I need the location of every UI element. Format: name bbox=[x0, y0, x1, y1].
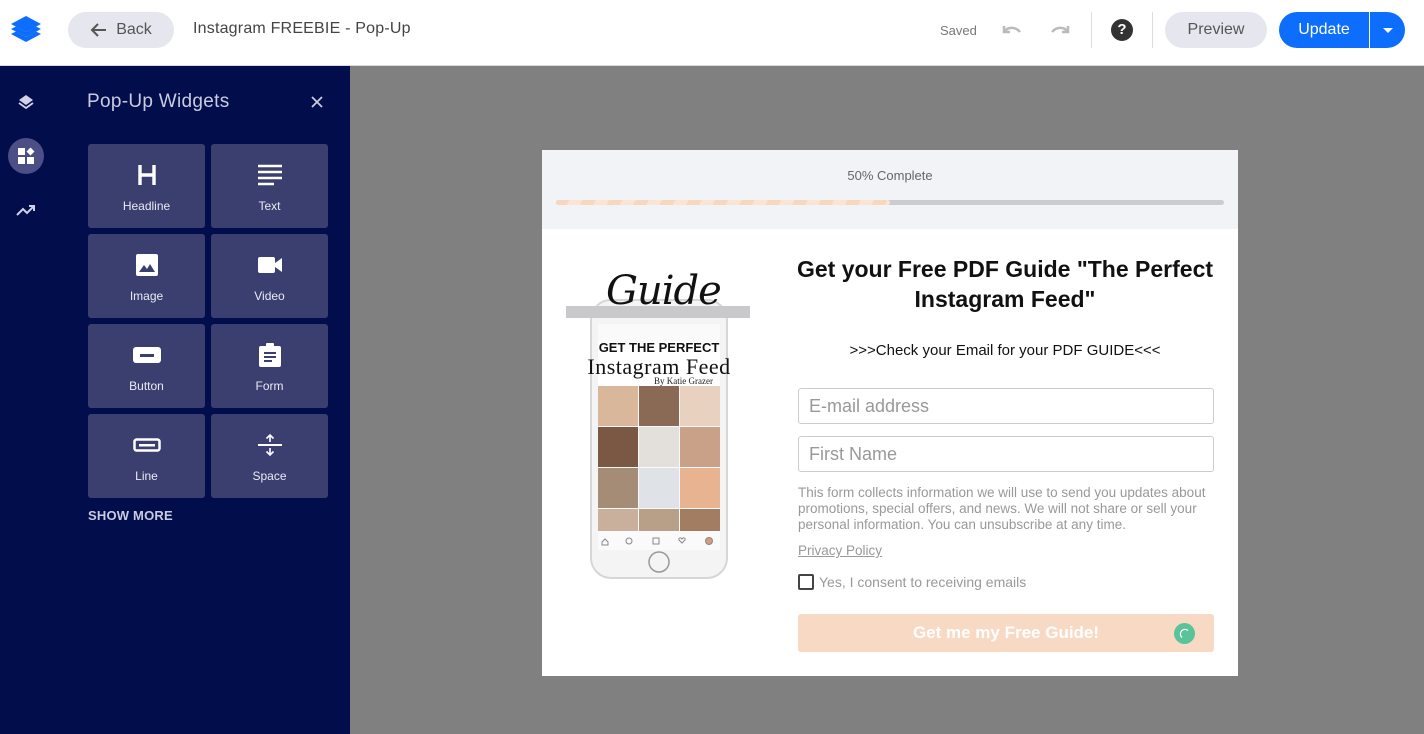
widget-label: Video bbox=[254, 289, 285, 303]
hero-kicker: GET THE PERFECT bbox=[598, 340, 720, 355]
close-icon bbox=[311, 96, 323, 108]
widget-video[interactable]: Video bbox=[211, 234, 328, 318]
progress-bar-fill bbox=[556, 200, 890, 205]
popup-subheadline: >>>Check your Email for your PDF GUIDE<<… bbox=[849, 342, 1161, 359]
layers-icon bbox=[18, 95, 34, 110]
show-more-button[interactable]: SHOW MORE bbox=[88, 508, 173, 523]
redo-button[interactable] bbox=[1048, 20, 1072, 40]
submit-button[interactable]: Get me my Free Guide! bbox=[798, 614, 1214, 652]
preview-button[interactable]: Preview bbox=[1165, 12, 1267, 48]
checkbox-box[interactable] bbox=[798, 574, 814, 590]
trending-up-icon bbox=[16, 205, 35, 216]
email-field[interactable] bbox=[798, 388, 1214, 424]
first-name-field[interactable] bbox=[798, 436, 1214, 472]
app-logo-icon[interactable] bbox=[8, 14, 44, 46]
save-status: Saved bbox=[940, 23, 977, 38]
rail-widgets-button[interactable] bbox=[8, 138, 44, 174]
update-button[interactable]: Update bbox=[1279, 12, 1369, 48]
widget-form[interactable]: Form bbox=[211, 324, 328, 408]
widget-image[interactable]: Image bbox=[88, 234, 205, 318]
left-rail bbox=[0, 66, 52, 734]
progress-bar bbox=[556, 200, 1224, 205]
loading-spinner-icon bbox=[1174, 623, 1195, 644]
button-icon bbox=[88, 342, 205, 368]
divider bbox=[1091, 12, 1092, 48]
panel-title: Pop-Up Widgets bbox=[87, 91, 230, 112]
widgets-panel: Pop-Up Widgets Headline Text Image Video… bbox=[52, 66, 350, 734]
form-disclaimer: This form collects information we will u… bbox=[798, 485, 1206, 532]
page-title: Instagram FREEBIE - Pop-Up bbox=[193, 20, 411, 37]
undo-button[interactable] bbox=[1000, 20, 1024, 40]
widget-text[interactable]: Text bbox=[211, 144, 328, 228]
hero-image[interactable]: Guide GET THE PERFECT Instagram Feed By … bbox=[566, 260, 752, 582]
privacy-policy-link[interactable]: Privacy Policy bbox=[798, 543, 882, 558]
headline-icon bbox=[88, 162, 205, 188]
widget-button[interactable]: Button bbox=[88, 324, 205, 408]
rail-layers-button[interactable] bbox=[8, 84, 44, 120]
update-dropdown-button[interactable] bbox=[1370, 12, 1405, 48]
back-label: Back bbox=[116, 21, 152, 38]
redo-icon bbox=[1051, 26, 1070, 34]
progress-section: 50% Complete bbox=[542, 150, 1238, 229]
line-icon bbox=[88, 432, 205, 458]
widget-label: Image bbox=[129, 289, 164, 303]
close-panel-button[interactable] bbox=[309, 94, 325, 110]
hero-script-title: Guide bbox=[606, 268, 722, 314]
widget-label: Space bbox=[252, 469, 287, 483]
hero-byline: By Katie Grazer bbox=[654, 376, 713, 386]
space-icon bbox=[211, 432, 328, 458]
popup-preview[interactable]: 50% Complete Guide GET THE PERFECT Insta… bbox=[542, 150, 1238, 676]
progress-label: 50% Complete bbox=[847, 168, 933, 183]
widget-label: Text bbox=[258, 199, 281, 213]
rail-analytics-button[interactable] bbox=[8, 192, 44, 228]
text-icon bbox=[211, 162, 328, 188]
consent-checkbox[interactable]: Yes, I consent to receiving emails bbox=[798, 574, 1026, 590]
widget-headline[interactable]: Headline bbox=[88, 144, 205, 228]
form-icon bbox=[211, 342, 328, 368]
help-icon[interactable]: ? bbox=[1111, 19, 1133, 41]
widget-label: Form bbox=[255, 379, 284, 393]
widget-label: Headline bbox=[122, 199, 171, 213]
widgets-icon bbox=[18, 147, 35, 164]
top-bar: Back Instagram FREEBIE - Pop-Up Saved ? … bbox=[0, 0, 1424, 66]
image-icon bbox=[88, 252, 205, 278]
arrow-left-icon bbox=[90, 23, 107, 37]
undo-icon bbox=[1002, 26, 1021, 34]
widget-label: Line bbox=[135, 469, 158, 483]
submit-label: Get me my Free Guide! bbox=[912, 623, 1100, 642]
widget-line[interactable]: Line bbox=[88, 414, 205, 498]
widget-space[interactable]: Space bbox=[211, 414, 328, 498]
popup-headline: Get your Free PDF Guide "The Perfect Ins… bbox=[796, 256, 1214, 312]
back-button[interactable]: Back bbox=[68, 12, 174, 48]
widget-label: Button bbox=[129, 379, 164, 393]
consent-label: Yes, I consent to receiving emails bbox=[819, 574, 1027, 590]
video-icon bbox=[211, 252, 328, 278]
divider bbox=[1152, 12, 1153, 48]
